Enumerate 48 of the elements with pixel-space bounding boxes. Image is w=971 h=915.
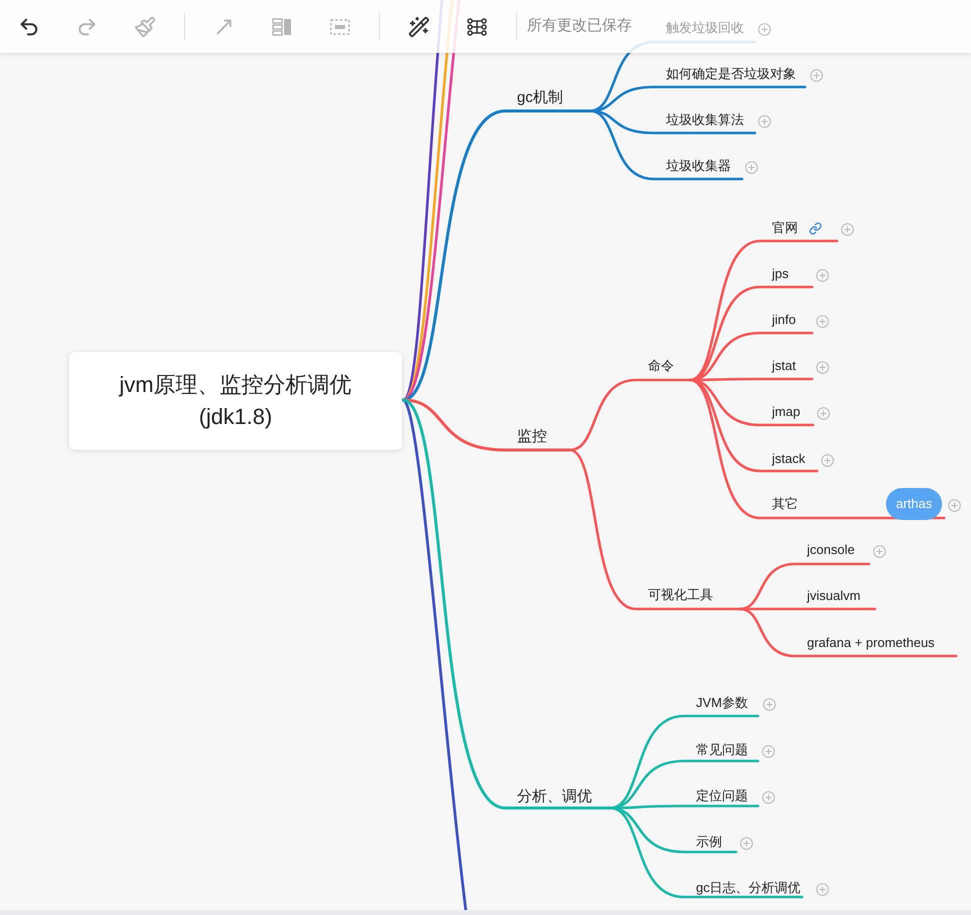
node-label[interactable]: jmap <box>772 403 800 421</box>
node-label[interactable]: jstack <box>772 450 806 468</box>
expand-icon[interactable] <box>816 268 828 282</box>
undo-icon <box>18 16 40 38</box>
node-label[interactable]: 垃圾收集器 <box>666 157 731 175</box>
node-label[interactable]: gc机制 <box>517 89 563 107</box>
save-status: 所有更改已保存 <box>527 16 632 36</box>
root-topic[interactable]: jvm原理、监控分析调优 (jdk1.8) <box>69 352 402 450</box>
node-label[interactable]: 监控 <box>517 428 547 446</box>
node-label[interactable]: 示例 <box>696 833 722 851</box>
redo-icon <box>76 16 98 38</box>
expand-icon[interactable] <box>762 790 774 804</box>
expand-icon[interactable] <box>816 882 828 896</box>
expand-icon[interactable] <box>762 698 776 710</box>
node-label[interactable]: 其它 <box>772 495 798 513</box>
node-label[interactable]: jinfo <box>772 311 796 329</box>
expand-icon[interactable] <box>744 160 758 174</box>
structure-icon <box>466 16 488 38</box>
node-label[interactable]: 命令 <box>648 357 674 375</box>
node-label[interactable]: grafana + prometheus <box>807 634 935 652</box>
node-label[interactable]: 定位问题 <box>696 787 748 805</box>
node-label[interactable]: 如何确定是否垃圾对象 <box>666 65 796 83</box>
node-label[interactable]: 分析、调优 <box>517 788 592 806</box>
node-label[interactable]: jstat <box>772 357 796 375</box>
expand-icon[interactable] <box>810 68 822 82</box>
expand-icon[interactable] <box>872 544 886 558</box>
node-label[interactable]: jconsole <box>807 541 855 559</box>
expand-icon[interactable] <box>820 454 834 466</box>
link-icon[interactable] <box>809 222 822 235</box>
expand-icon[interactable] <box>816 314 828 328</box>
expand-icon[interactable] <box>816 406 830 420</box>
expand-icon[interactable] <box>816 360 828 374</box>
expand-icon[interactable] <box>740 836 752 850</box>
node-label[interactable]: 可视化工具 <box>648 586 713 604</box>
expand-icon[interactable] <box>758 114 770 128</box>
expand-icon[interactable] <box>840 222 854 236</box>
node-label[interactable]: gc日志、分析调优 <box>696 879 801 897</box>
expand-icon[interactable] <box>762 744 774 758</box>
node-label[interactable]: jvisualvm <box>807 587 860 605</box>
node-label[interactable]: 常见问题 <box>696 741 748 759</box>
expand-icon[interactable] <box>948 498 960 512</box>
node-label[interactable]: 垃圾收集算法 <box>666 111 744 129</box>
layout-icon <box>271 16 293 38</box>
node-label[interactable]: JVM参数 <box>696 694 748 712</box>
expand-icon[interactable] <box>758 22 770 36</box>
node-label[interactable]: jps <box>772 265 789 283</box>
magic-wand-icon <box>408 16 430 38</box>
node-label[interactable]: 官网 <box>772 219 798 237</box>
